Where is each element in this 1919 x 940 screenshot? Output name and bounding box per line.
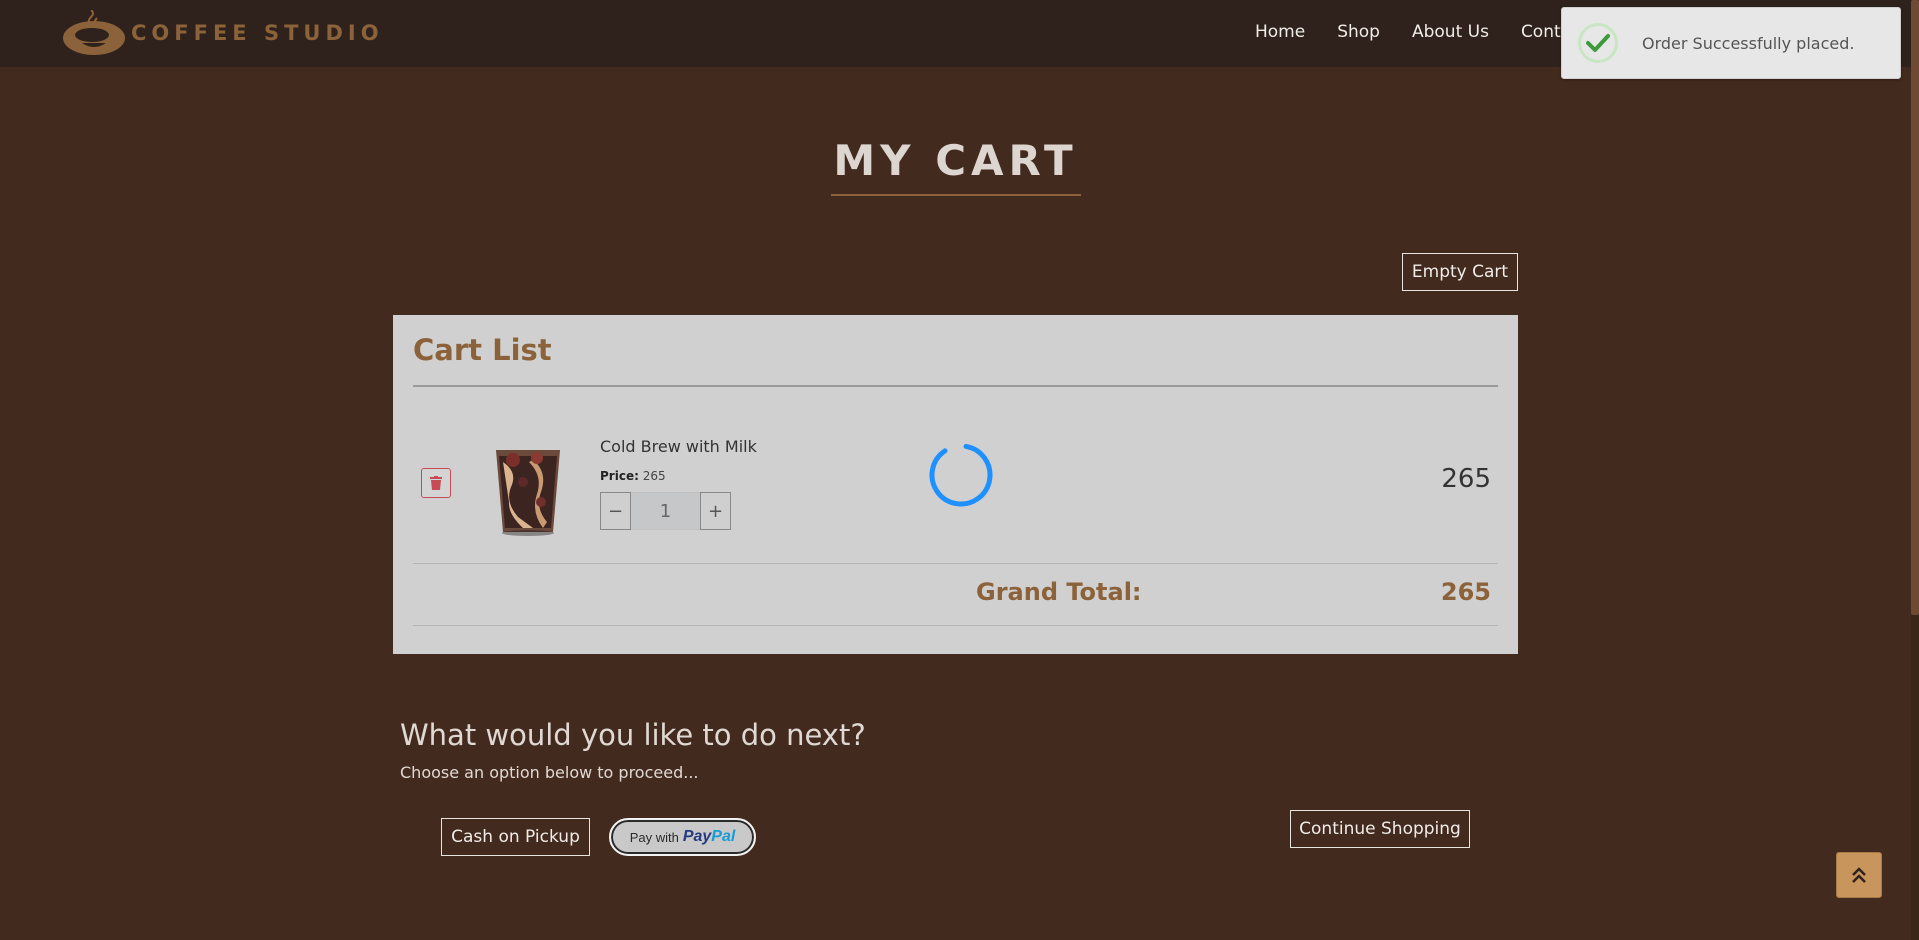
product-price: Price: 265 — [600, 469, 666, 483]
spinner-icon — [929, 443, 993, 507]
trash-icon — [430, 476, 442, 490]
main-nav: Home Shop About Us Cont — [1255, 0, 1593, 63]
cart-list-card: Cart List Cold Brew with Milk Price: 265… — [393, 315, 1518, 654]
price-label: Price: — [600, 469, 639, 483]
paypal-logo-pal: Pal — [711, 828, 736, 845]
next-subtext: Choose an option below to proceed... — [400, 763, 699, 782]
continue-shopping-button[interactable]: Continue Shopping — [1290, 810, 1470, 848]
cash-on-pickup-button[interactable]: Cash on Pickup — [441, 818, 590, 856]
success-toast[interactable]: Order Successfully placed. — [1561, 7, 1901, 79]
paypal-prefix: Pay with — [629, 829, 679, 845]
cart-list-heading: Cart List — [413, 333, 552, 367]
nav-shop[interactable]: Shop — [1337, 22, 1380, 42]
title-underline — [831, 194, 1081, 196]
grand-total-value: 265 — [1440, 578, 1491, 606]
empty-cart-button[interactable]: Empty Cart — [1402, 253, 1518, 291]
quantity-stepper: − 1 + — [600, 492, 731, 530]
toast-message: Order Successfully placed. — [1642, 33, 1855, 53]
checkmark-icon — [1578, 23, 1618, 63]
delete-item-button[interactable] — [421, 468, 451, 498]
double-chevron-up-icon — [1852, 867, 1866, 883]
page-scrollbar[interactable] — [1911, 0, 1919, 940]
brand-name: COFFEE STUDIO — [131, 21, 384, 45]
divider — [413, 625, 1498, 626]
page-title: MY CART — [833, 136, 1078, 185]
scroll-to-top-button[interactable] — [1836, 852, 1882, 898]
scrollbar-thumb[interactable] — [1911, 0, 1919, 615]
quantity-input[interactable]: 1 — [631, 492, 700, 530]
divider — [413, 385, 1498, 387]
brand[interactable]: COFFEE STUDIO — [62, 10, 384, 56]
paypal-logo-pay: Pay — [682, 828, 712, 845]
price-value: 265 — [642, 469, 666, 483]
nav-about-us[interactable]: About Us — [1412, 22, 1489, 42]
divider — [413, 563, 1498, 564]
product-name: Cold Brew with Milk — [600, 437, 757, 456]
increase-quantity-button[interactable]: + — [700, 492, 731, 530]
product-image — [496, 450, 560, 536]
decrease-quantity-button[interactable]: − — [600, 492, 631, 530]
next-heading: What would you like to do next? — [400, 718, 866, 752]
nav-contact[interactable]: Cont — [1521, 22, 1561, 42]
grand-total-label: Grand Total: — [976, 578, 1142, 606]
nav-home[interactable]: Home — [1255, 22, 1305, 42]
item-total: 265 — [1441, 464, 1491, 494]
coffee-cup-logo-icon — [63, 10, 125, 55]
paypal-button[interactable]: Pay with Pay Pal — [609, 818, 756, 856]
